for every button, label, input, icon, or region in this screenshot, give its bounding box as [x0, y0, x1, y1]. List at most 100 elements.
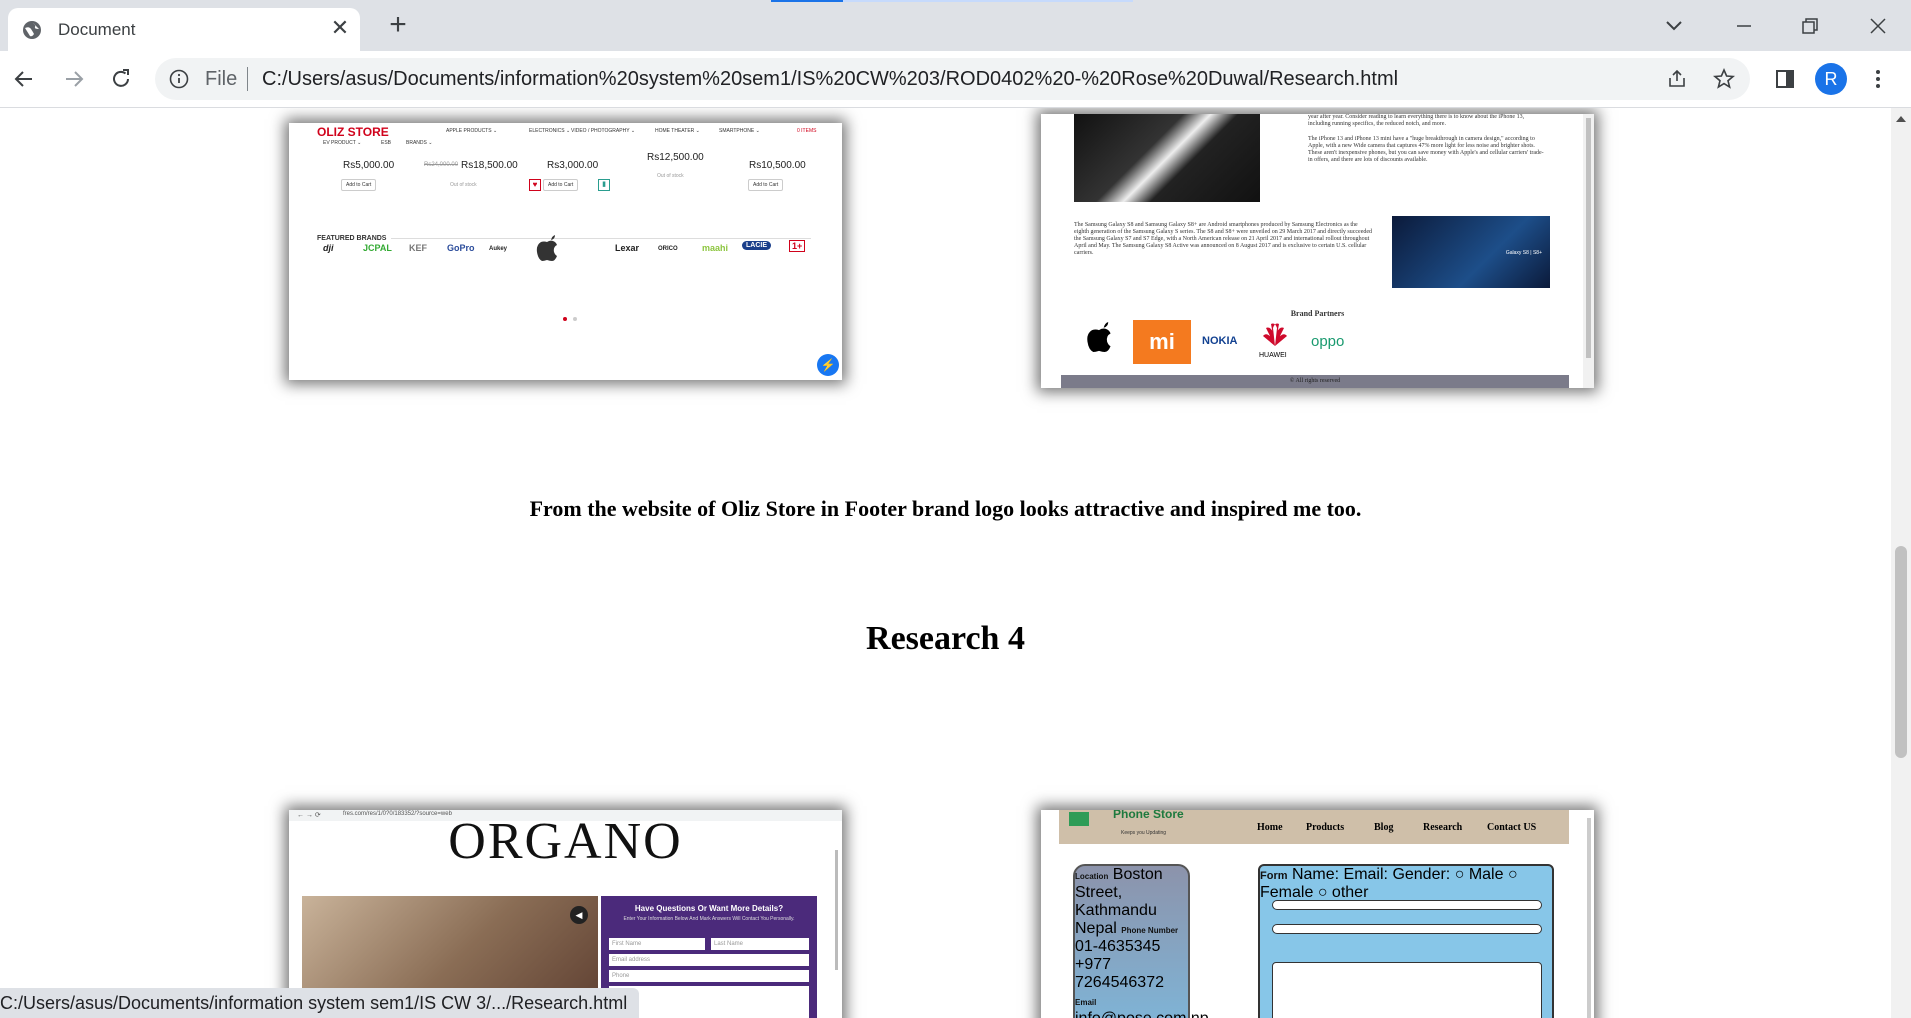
- close-icon[interactable]: ✕: [328, 16, 352, 40]
- research-3-caption: From the website of Oliz Store in Footer…: [529, 496, 1362, 521]
- phone-article-screenshot: year after year. Consider reading to lea…: [1041, 114, 1594, 388]
- form-title: Have Questions Or Want More Details?: [634, 904, 784, 913]
- product-price: Rs10,500.00: [749, 160, 806, 171]
- location-title: Location: [1075, 872, 1109, 881]
- close-window-icon[interactable]: [1862, 10, 1894, 42]
- oppo-logo: oppo: [1311, 333, 1345, 350]
- heart-icon: ♥: [529, 179, 541, 191]
- aukey-logo: Aukey: [489, 246, 508, 252]
- url-text[interactable]: C:/Users/asus/Documents/information%20sy…: [262, 68, 1398, 91]
- scrollbar: [1587, 818, 1591, 1018]
- contact-info-card: Location Boston Street, Kathmandu Nepal …: [1073, 864, 1209, 1018]
- nav-item: APPLE PRODUCTS ⌄: [446, 128, 498, 134]
- plus-icon[interactable]: +: [382, 10, 414, 42]
- maahi-logo: maahi: [702, 243, 729, 253]
- orico-logo: ORICO: [658, 246, 678, 252]
- carousel-dot: [573, 317, 577, 321]
- email-field: [1272, 924, 1542, 934]
- nav-research: Research: [1423, 822, 1463, 833]
- nav-products: Products: [1306, 822, 1345, 833]
- chevron-down-icon[interactable]: [1658, 10, 1690, 42]
- featured-brands-heading: FEATURED BRANDS: [317, 235, 387, 242]
- product-price: Rs5,000.00: [343, 160, 395, 171]
- globe-icon: [23, 21, 41, 39]
- research-4-heading: Research 4: [866, 620, 1025, 657]
- sidepanel-icon[interactable]: [1769, 63, 1801, 95]
- add-to-cart-button: Add to Cart: [748, 179, 784, 191]
- nav-item: VIDEO / PHOTOGRAPHY ⌄: [571, 128, 636, 134]
- minimize-icon[interactable]: [1728, 10, 1760, 42]
- gender-option: ○ other: [1317, 884, 1369, 901]
- reload-icon[interactable]: [105, 63, 137, 95]
- gender-male: Male: [1468, 866, 1504, 883]
- subnav-item: EV PRODUCT ⌄: [323, 140, 362, 146]
- gender-label: Gender:: [1392, 866, 1451, 883]
- out-of-stock: Out of stock: [657, 173, 684, 179]
- sound-icon: ◀: [570, 906, 588, 924]
- nav-item: SMARTPHONE ⌄: [719, 128, 760, 134]
- name-field: [1272, 900, 1542, 910]
- product-price: Rs18,500.00: [461, 160, 518, 171]
- lacie-logo: LACIE: [742, 241, 771, 250]
- scrollbar: [1583, 114, 1594, 388]
- add-to-cart-button: Add to Cart: [543, 179, 579, 191]
- dji-logo: dji: [323, 243, 334, 253]
- subnav-item: ESB: [381, 140, 392, 146]
- phone-number: 01-4635345: [1075, 938, 1161, 955]
- contact-form: Form Name: Email: Gender: ○ Male ○ Femal…: [1258, 864, 1554, 1018]
- kef-logo: KEF: [409, 243, 427, 253]
- name-label: Name:: [1291, 866, 1340, 883]
- address-bar[interactable]: File C:/Users/asus/Documents/information…: [155, 58, 1750, 100]
- oliz-store-screenshot: OLIZ STORE APPLE PRODUCTS ⌄ ELECTRONICS …: [289, 123, 842, 380]
- nav-item: ELECTRONICS ⌄: [529, 128, 571, 134]
- phone-store-screenshot: Phone Store Keeps you Updating Home Prod…: [1041, 810, 1594, 1018]
- nav-item: HOME THEATER ⌄: [655, 128, 700, 134]
- article-paragraph: year after year. Consider reading to lea…: [1308, 114, 1525, 127]
- scrollbar-thumb[interactable]: [1895, 546, 1907, 758]
- store-header: Phone Store Keeps you Updating Home Prod…: [1059, 810, 1569, 844]
- email-text: info@pose.com.np: [1075, 1010, 1209, 1018]
- cart-count: 0 ITEMS: [797, 128, 817, 134]
- back-icon[interactable]: [8, 63, 40, 95]
- iphone-image: [1074, 114, 1260, 202]
- page-scrollbar[interactable]: [1891, 108, 1911, 1018]
- out-of-stock: Out of stock: [450, 182, 477, 188]
- article-footer: © All rights reserved: [1061, 375, 1569, 388]
- nokia-logo: NOKIA: [1202, 335, 1238, 347]
- loading-track: [843, 0, 1133, 2]
- message-field: [1272, 962, 1542, 1018]
- last-name-field: Last Name: [711, 938, 809, 950]
- star-icon[interactable]: [1712, 67, 1736, 91]
- profile-avatar[interactable]: R: [1815, 63, 1847, 95]
- info-icon[interactable]: [169, 69, 189, 89]
- organo-logo: ORGANO: [448, 813, 683, 870]
- carousel-dot: [563, 317, 567, 321]
- gender-female: Female: [1260, 884, 1314, 901]
- article-paragraph: The iPhone 13 and iPhone 13 mini have a …: [1308, 136, 1544, 163]
- tab-document[interactable]: Document ✕: [8, 8, 360, 51]
- scheme-label: File: [205, 68, 238, 90]
- divider: [391, 238, 811, 239]
- scroll-up-icon[interactable]: [1896, 114, 1906, 122]
- article-paragraph: The Samsung Galaxy S8 and Samsung Galaxy…: [1074, 222, 1373, 256]
- phone-title: Phone Number: [1121, 926, 1179, 935]
- oneplus-logo: 1+: [789, 240, 806, 252]
- mi-logo: mi: [1133, 320, 1191, 364]
- subnav-item: BRANDS ⌄: [406, 140, 433, 146]
- brand-partners-title: Brand Partners: [1290, 309, 1345, 318]
- huawei-label: HUAWEI: [1259, 352, 1287, 359]
- email-title: Email: [1075, 998, 1097, 1007]
- organo-screenshot: ← → ⟳ fres.com/res/1/0?0/183352/?source=…: [289, 810, 842, 1018]
- apple-logo: [1087, 322, 1111, 352]
- kebab-icon[interactable]: [1862, 63, 1894, 95]
- share-icon[interactable]: [1665, 67, 1689, 91]
- lexar-logo: Lexar: [615, 243, 640, 253]
- store-tagline: Keeps you Updating: [1121, 830, 1167, 836]
- restore-icon[interactable]: [1794, 10, 1826, 42]
- store-logo-icon: [1069, 812, 1089, 826]
- tab-strip: Document ✕ +: [0, 0, 1911, 51]
- forward-icon[interactable]: [58, 63, 90, 95]
- huawei-logo: HUAWEI: [1259, 322, 1291, 364]
- phone-number: +977 7264546372: [1075, 956, 1164, 991]
- galaxy-label: Galaxy S8 | S8+: [1505, 250, 1542, 256]
